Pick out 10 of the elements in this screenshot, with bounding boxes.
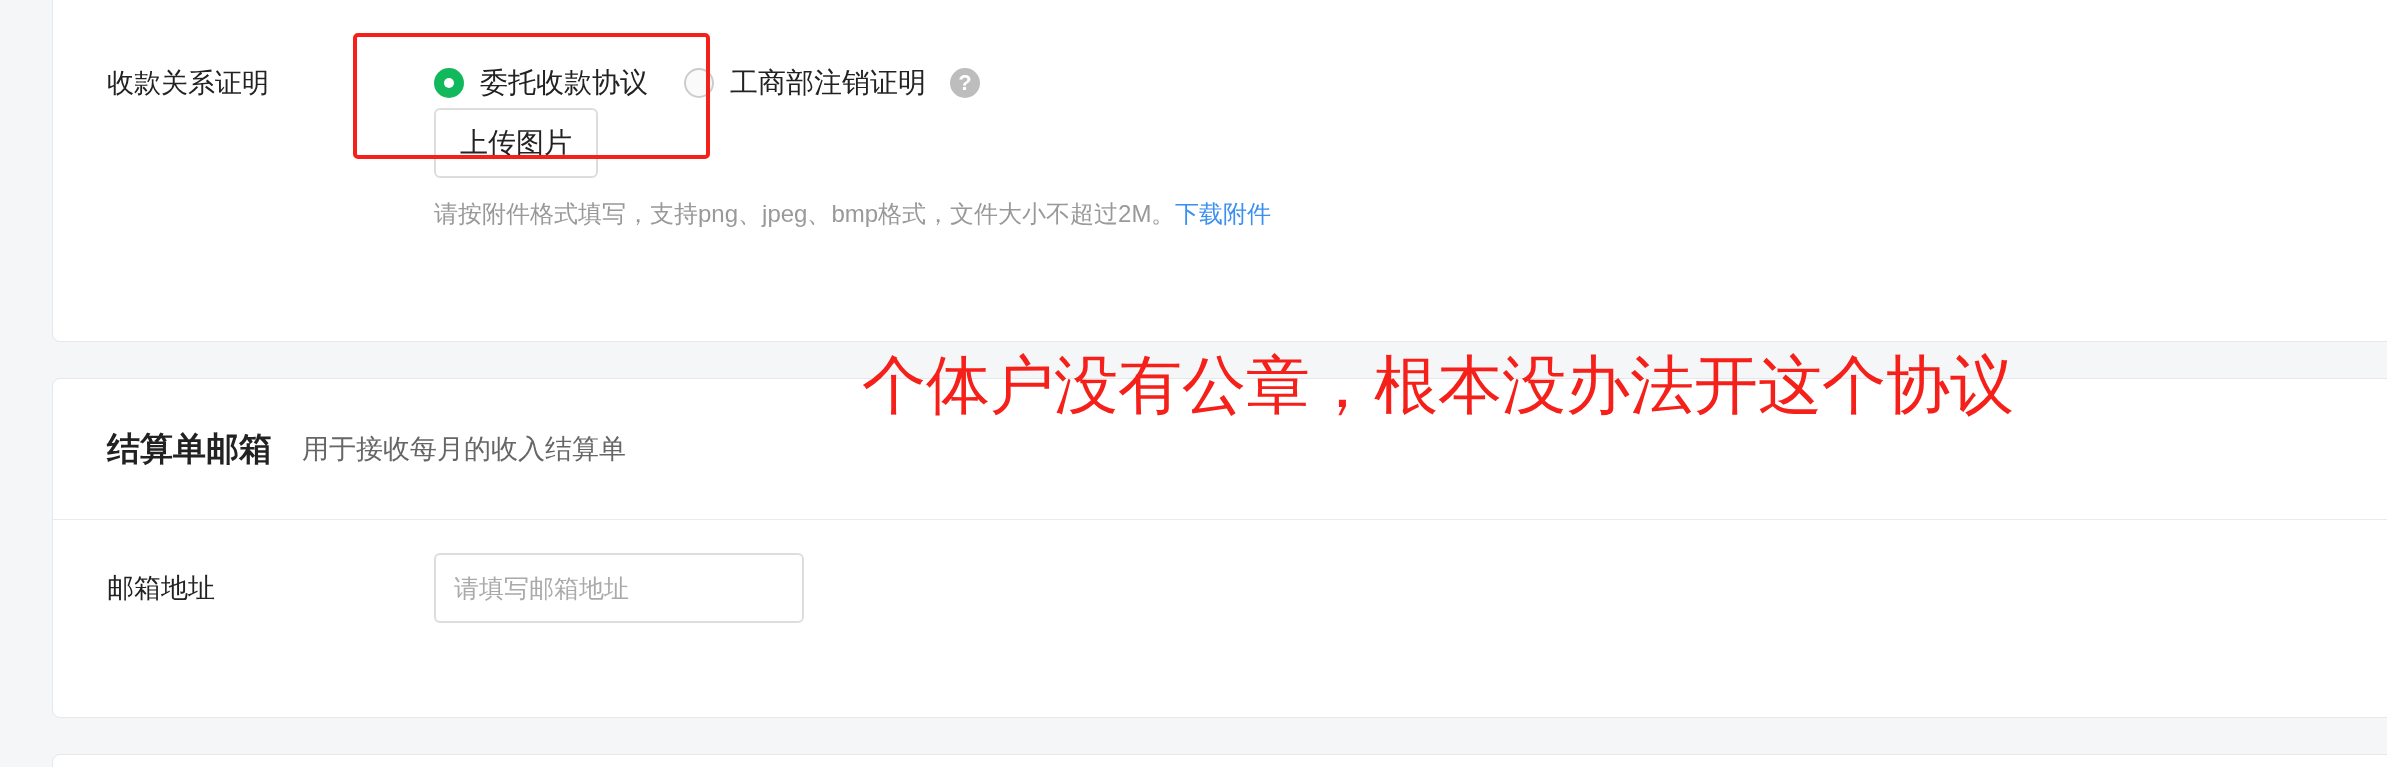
field-label: 收款关系证明 <box>107 67 270 100</box>
section-subtitle: 用于接收每月的收入结算单 <box>302 433 626 466</box>
radio-option[interactable]: 工商部注销证明 <box>684 64 926 102</box>
field-label: 邮箱地址 <box>107 572 216 605</box>
section-title: 结算单邮箱 <box>107 428 272 469</box>
radio-option[interactable]: 委托收款协议 <box>434 64 648 102</box>
email-input[interactable]: 请填写邮箱地址 <box>434 553 804 623</box>
hint-text: 请按附件格式填写，支持png、jpeg、bmp格式，文件大小不超过2M。下载附件 <box>434 199 1273 229</box>
annotation-text: 个体户没有公章，根本没办法开这个协议 <box>862 348 2014 423</box>
upload-button[interactable]: 上传图片 <box>434 108 598 178</box>
